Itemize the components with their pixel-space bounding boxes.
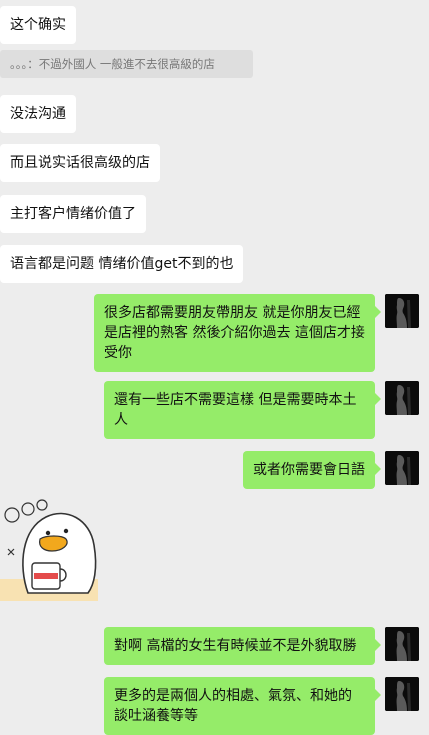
- message-outgoing[interactable]: 更多的是兩個人的相處、氣氛、和她的談吐涵養等等: [104, 677, 381, 735]
- self-avatar[interactable]: [385, 294, 419, 328]
- message-text: 對啊 高檔的女生有時候並不是外貌取勝: [114, 638, 357, 654]
- message-incoming[interactable]: 而且说实话很高级的店: [0, 144, 160, 182]
- message-text: 而且说实话很高级的店: [10, 155, 150, 171]
- self-avatar[interactable]: [385, 451, 419, 485]
- message-text: 很多店都需要朋友帶朋友 就是你朋友已經是店裡的熟客 然後介紹你過去 這個店才接受…: [104, 305, 365, 361]
- message-text: 更多的是兩個人的相處、氣氛、和她的談吐涵養等等: [114, 688, 352, 724]
- message-outgoing[interactable]: 很多店都需要朋友帶朋友 就是你朋友已經是店裡的熟客 然後介紹你過去 這個店才接受…: [94, 294, 381, 372]
- message-incoming[interactable]: 没法沟通: [0, 95, 76, 133]
- avatar-silhouette-icon: [385, 677, 419, 711]
- self-avatar[interactable]: [385, 381, 419, 415]
- message-outgoing[interactable]: 對啊 高檔的女生有時候並不是外貌取勝: [104, 627, 381, 665]
- self-avatar[interactable]: [385, 627, 419, 661]
- quoted-text: 。。。：不過外國人 一般進不去很高級的店: [10, 57, 215, 71]
- message-incoming[interactable]: 这个确实: [0, 6, 76, 44]
- message-text: 主打客户情绪价值了: [10, 206, 136, 222]
- message-incoming[interactable]: 语言都是问题 情绪价值get不到的也: [0, 245, 244, 283]
- message-text: 这个确实: [10, 17, 66, 33]
- message-outgoing[interactable]: 或者你需要會日語: [243, 451, 381, 489]
- duck-sticker[interactable]: [0, 495, 100, 603]
- avatar-silhouette-icon: [385, 381, 419, 415]
- message-outgoing[interactable]: 還有一些店不需要這樣 但是需要時本土人: [104, 381, 381, 439]
- avatar-silhouette-icon: [385, 294, 419, 328]
- message-text: 没法沟通: [10, 106, 66, 122]
- duck-mug-sticker-icon: [0, 499, 98, 601]
- avatar-silhouette-icon: [385, 627, 419, 661]
- message-text: 语言都是问题 情绪价值get不到的也: [10, 256, 234, 272]
- quoted-message[interactable]: 。。。：不過外國人 一般進不去很高級的店: [0, 50, 253, 78]
- avatar-silhouette-icon: [385, 451, 419, 485]
- message-text: 還有一些店不需要這樣 但是需要時本土人: [114, 392, 357, 428]
- message-incoming[interactable]: 主打客户情绪价值了: [0, 195, 146, 233]
- message-text: 或者你需要會日語: [253, 462, 365, 478]
- self-avatar[interactable]: [385, 677, 419, 711]
